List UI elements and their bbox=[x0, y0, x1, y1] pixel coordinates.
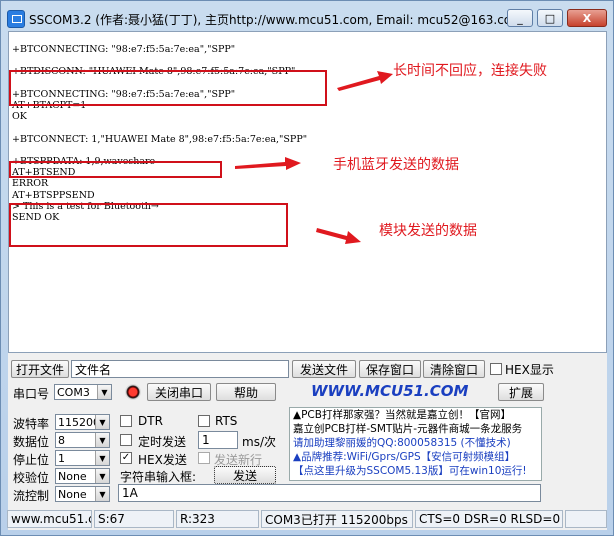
hex-send-checkbox[interactable]: ✓ bbox=[120, 452, 132, 464]
flow-label: 流控制 bbox=[13, 489, 50, 503]
chevron-down-icon: ▼ bbox=[95, 469, 109, 483]
rts-checkbox[interactable] bbox=[198, 415, 210, 427]
hex-display-label: HEX显示 bbox=[505, 363, 554, 377]
terminal-line: ERROR bbox=[12, 178, 49, 190]
dtr-label: DTR bbox=[138, 414, 163, 428]
dtr-checkbox[interactable] bbox=[120, 415, 132, 427]
status-spacer bbox=[565, 510, 607, 528]
window-title: SSCOM3.2 (作者:聂小猛(丁丁), 主页http://www.mcu51… bbox=[29, 13, 523, 27]
promo-line[interactable]: 嘉立创PCB打样-SMT贴片-元器件商城一条龙服务 bbox=[293, 422, 541, 436]
annotation-phone-data: 手机蓝牙发送的数据 bbox=[333, 157, 459, 173]
stopbits-label: 停止位 bbox=[13, 453, 50, 467]
status-sent-count: S:67 bbox=[94, 510, 174, 528]
expand-button[interactable]: 扩展 bbox=[498, 383, 544, 401]
promo-line[interactable]: 【点这里升级为SSCOM5.13版】可在win10运行! bbox=[293, 464, 541, 478]
title-bar[interactable]: SSCOM3.2 (作者:聂小猛(丁丁), 主页http://www.mcu51… bbox=[1, 1, 613, 35]
promo-line[interactable]: ▲品牌推荐:WiFi/Gprs/GPS【安信可射频模组】 bbox=[293, 450, 541, 464]
promo-panel: ▲PCB打样那家强？当然就是嘉立创！【官网】 嘉立创PCB打样-SMT贴片-元器… bbox=[289, 407, 542, 481]
arrow-icon bbox=[316, 228, 361, 244]
chevron-down-icon: ▼ bbox=[95, 415, 109, 429]
baud-select[interactable]: 115200 ▼ bbox=[55, 414, 110, 430]
status-received-count: R:323 bbox=[176, 510, 259, 528]
flow-select[interactable]: None ▼ bbox=[55, 486, 110, 502]
maximize-button[interactable]: □ bbox=[537, 9, 563, 27]
parity-select[interactable]: None ▼ bbox=[55, 468, 110, 484]
save-window-button[interactable]: 保存窗口 bbox=[359, 360, 421, 378]
highlight-box-received bbox=[9, 161, 222, 178]
status-signals: CTS=0 DSR=0 RLSD=0 bbox=[415, 510, 563, 528]
status-bar: www.mcu51.cor S:67 R:323 COM3已打开 115200b… bbox=[1, 507, 613, 531]
hex-display-checkbox[interactable] bbox=[490, 363, 502, 375]
send-text-input[interactable]: 1A bbox=[118, 484, 541, 502]
send-button[interactable]: 发送 bbox=[214, 466, 276, 484]
open-file-button[interactable]: 打开文件 bbox=[11, 360, 69, 378]
send-newline-checkbox[interactable] bbox=[198, 452, 210, 464]
close-button[interactable]: X bbox=[567, 9, 607, 27]
port-status-led-icon bbox=[125, 384, 141, 400]
receive-terminal[interactable]: +BTCONNECTING: "98:e7:f5:5a:7e:ea","SPP"… bbox=[8, 31, 607, 353]
interval-input[interactable]: 1 bbox=[198, 431, 238, 449]
help-button[interactable]: 帮助 bbox=[216, 383, 276, 401]
port-label: 串口号 bbox=[13, 387, 50, 401]
interval-unit-label: ms/次 bbox=[242, 435, 276, 449]
status-port-state: COM3已打开 115200bps bbox=[261, 510, 413, 528]
status-site: www.mcu51.cor bbox=[7, 510, 92, 528]
timed-send-checkbox[interactable] bbox=[120, 434, 132, 446]
clear-window-button[interactable]: 清除窗口 bbox=[423, 360, 485, 378]
rts-label: RTS bbox=[215, 414, 238, 428]
highlight-box-disconnect bbox=[9, 70, 327, 106]
arrow-icon bbox=[337, 71, 393, 91]
promo-line[interactable]: 请加助理黎丽媛的QQ:800058315 (不懂技术) bbox=[293, 436, 541, 450]
terminal-line: OK bbox=[12, 111, 27, 123]
annotation-connect-failed: 长时间不回应，连接失败 bbox=[393, 63, 547, 79]
terminal-line: +BTCONNECT: 1,"HUAWEI Mate 8",98:e7:f5:5… bbox=[12, 133, 308, 145]
timed-send-label: 定时发送 bbox=[138, 435, 187, 449]
stopbits-select[interactable]: 1 ▼ bbox=[55, 450, 110, 466]
port-select[interactable]: COM3 ▼ bbox=[54, 384, 112, 400]
minimize-button[interactable]: _ bbox=[507, 9, 533, 27]
highlight-box-sent bbox=[9, 203, 288, 247]
brand-link[interactable]: WWW.MCU51.COM bbox=[311, 382, 468, 400]
client-area: +BTCONNECTING: "98:e7:f5:5a:7e:ea","SPP"… bbox=[8, 31, 607, 530]
app-window: SSCOM3.2 (作者:聂小猛(丁丁), 主页http://www.mcu51… bbox=[0, 0, 614, 536]
send-file-button[interactable]: 发送文件 bbox=[292, 360, 356, 378]
file-name-input[interactable]: 文件名 bbox=[71, 360, 289, 378]
databits-select[interactable]: 8 ▼ bbox=[55, 432, 110, 448]
promo-line[interactable]: ▲PCB打样那家强？当然就是嘉立创！【官网】 bbox=[293, 408, 541, 422]
hex-send-label: HEX发送 bbox=[138, 453, 187, 467]
databits-label: 数据位 bbox=[13, 435, 50, 449]
app-icon bbox=[7, 10, 25, 28]
string-input-label: 字符串输入框: bbox=[120, 470, 197, 484]
annotation-module-data: 模块发送的数据 bbox=[379, 223, 477, 239]
chevron-down-icon: ▼ bbox=[95, 433, 109, 447]
chevron-down-icon: ▼ bbox=[95, 487, 109, 501]
baud-label: 波特率 bbox=[13, 417, 50, 431]
close-port-button[interactable]: 关闭串口 bbox=[147, 383, 211, 401]
terminal-line: +BTCONNECTING: "98:e7:f5:5a:7e:ea","SPP" bbox=[12, 44, 236, 55]
terminal-line: AT+BTSPPSEND bbox=[12, 189, 95, 201]
chevron-down-icon: ▼ bbox=[97, 385, 111, 399]
parity-label: 校验位 bbox=[13, 471, 50, 485]
chevron-down-icon: ▼ bbox=[95, 451, 109, 465]
arrow-icon bbox=[235, 157, 301, 170]
